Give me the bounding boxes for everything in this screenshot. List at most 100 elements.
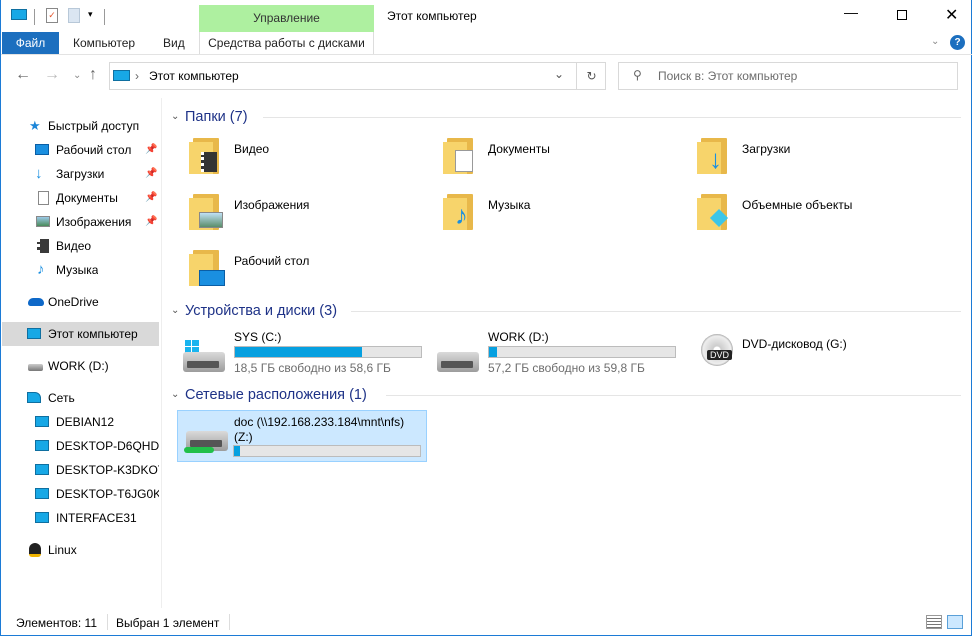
divider xyxy=(351,311,961,312)
sidebar-item-network-host[interactable]: DEBIAN12 xyxy=(2,410,159,434)
properties-icon[interactable]: ✓ xyxy=(46,8,58,23)
sidebar-item-label: DESKTOP-D6QHDVF xyxy=(56,439,159,453)
address-dropdown-icon[interactable]: ⌄ xyxy=(554,67,564,81)
search-placeholder: Поиск в: Этот компьютер xyxy=(658,69,798,83)
sidebar-item-label: Linux xyxy=(48,543,77,557)
section-title: Сетевые расположения (1) xyxy=(185,387,367,403)
network-icon xyxy=(27,392,41,403)
network-drive-z[interactable]: doc (\\192.168.233.184\mnt\nfs) (Z:) xyxy=(177,410,427,462)
sidebar-item-work-drive[interactable]: WORK (D:) xyxy=(2,354,159,378)
folder-label: Изображения xyxy=(234,198,310,212)
sidebar-item-network-host[interactable]: DESKTOP-T6JG0K6 xyxy=(2,482,159,506)
breadcrumb-separator-icon: › xyxy=(135,69,139,83)
desktop-folder-icon xyxy=(189,250,225,286)
folder-videos[interactable]: Видео xyxy=(187,130,437,180)
folder-desktop[interactable]: Рабочий стол xyxy=(187,242,437,292)
new-folder-icon[interactable] xyxy=(68,8,80,23)
sidebar-item-label: INTERFACE31 xyxy=(56,511,137,525)
sidebar-item-network-host[interactable]: INTERFACE31 xyxy=(2,506,159,530)
sidebar-item-network-host[interactable]: DESKTOP-K3DKOT2 xyxy=(2,458,159,482)
sidebar-item-network-host[interactable]: DESKTOP-D6QHDVF xyxy=(2,434,159,458)
forward-icon[interactable]: → xyxy=(44,66,60,84)
sidebar-item-quick-access[interactable]: ★ Быстрый доступ xyxy=(2,114,159,138)
large-icons-view-icon[interactable] xyxy=(947,615,963,629)
sidebar-item-label: Этот компьютер xyxy=(48,327,138,341)
folder-label: Объемные объекты xyxy=(742,198,853,212)
drive-usage-fill xyxy=(234,446,240,456)
sidebar-item-onedrive[interactable]: OneDrive xyxy=(2,290,159,314)
section-devices-header[interactable]: ⌄ Устройства и диски (3) xyxy=(171,301,961,321)
breadcrumb[interactable]: Этот компьютер xyxy=(149,69,239,83)
divider xyxy=(1,54,972,55)
pictures-folder-icon xyxy=(189,194,223,230)
section-network-header[interactable]: ⌄ Сетевые расположения (1) xyxy=(171,385,961,405)
music-icon: ♪ xyxy=(37,261,45,278)
folder-label: Рабочий стол xyxy=(234,254,310,268)
manage-tab-header[interactable]: Управление xyxy=(199,5,374,32)
up-icon[interactable]: ↑ xyxy=(89,66,97,84)
expand-ribbon-icon[interactable]: ⌄ xyxy=(931,36,939,47)
tab-computer[interactable]: Компьютер xyxy=(73,34,135,53)
folder-3d-objects[interactable]: Объемные объекты xyxy=(695,186,945,236)
pin-icon[interactable]: 📌 xyxy=(145,186,157,210)
divider xyxy=(386,395,961,396)
pin-icon[interactable]: 📌 xyxy=(145,210,157,234)
help-icon[interactable]: ? xyxy=(950,35,965,50)
computer-icon xyxy=(35,464,49,475)
address-bar[interactable]: › Этот компьютер ⌄ ↻ xyxy=(109,62,606,90)
search-icon: ⚲ xyxy=(633,68,642,82)
drive-usage-bar xyxy=(234,346,422,358)
drive-d[interactable]: WORK (D:) 57,2 ГБ свободно из 59,8 ГБ xyxy=(433,326,683,378)
tab-file[interactable]: Файл xyxy=(2,32,59,54)
customize-qat-icon[interactable]: ▾ xyxy=(88,9,93,20)
sidebar-item-downloads[interactable]: ↓ Загрузки 📌 xyxy=(2,162,159,186)
section-folders-header[interactable]: ⌄ Папки (7) xyxy=(171,107,961,127)
search-input[interactable]: ⚲ Поиск в: Этот компьютер xyxy=(618,62,958,90)
folder-documents[interactable]: Документы xyxy=(441,130,691,180)
sidebar-item-this-pc[interactable]: Этот компьютер xyxy=(2,322,159,346)
divider xyxy=(34,9,35,25)
tab-view[interactable]: Вид xyxy=(163,34,185,53)
sidebar-item-pictures[interactable]: Изображения 📌 xyxy=(2,210,159,234)
minimize-icon[interactable]: — xyxy=(844,4,858,20)
drive-c[interactable]: SYS (C:) 18,5 ГБ свободно из 58,6 ГБ xyxy=(179,326,429,378)
download-icon: ↓ xyxy=(35,165,43,182)
details-view-icon[interactable] xyxy=(926,615,942,629)
pin-icon[interactable]: 📌 xyxy=(145,162,157,186)
sidebar-item-label: OneDrive xyxy=(48,295,99,309)
back-icon[interactable]: ← xyxy=(15,66,31,84)
sidebar-item-label: Музыка xyxy=(56,263,99,277)
computer-icon xyxy=(35,512,49,523)
computer-icon xyxy=(113,70,130,81)
folder-music[interactable]: ♪ Музыка xyxy=(441,186,691,236)
sidebar-item-documents[interactable]: Документы 📌 xyxy=(2,186,159,210)
sidebar-item-label: Сеть xyxy=(48,391,75,405)
computer-icon xyxy=(35,416,49,427)
tab-disk-tools[interactable]: Средства работы с дисками xyxy=(199,32,374,54)
drive-label: SYS (C:) xyxy=(234,330,282,344)
downloads-folder-icon: ↓ xyxy=(697,138,731,174)
close-icon[interactable]: ✕ xyxy=(945,5,958,25)
folder-label: Загрузки xyxy=(742,142,791,156)
sidebar-item-videos[interactable]: Видео xyxy=(2,234,159,258)
sidebar-item-network[interactable]: Сеть xyxy=(2,386,159,410)
sidebar-item-label: DESKTOP-K3DKOT2 xyxy=(56,463,159,477)
refresh-icon[interactable]: ↻ xyxy=(576,63,606,89)
chevron-down-icon: ⌄ xyxy=(171,389,180,400)
drive-dvd[interactable]: DVD DVD-дисковод (G:) xyxy=(689,326,939,378)
folder-pictures[interactable]: Изображения xyxy=(187,186,437,236)
sidebar-item-music[interactable]: ♪ Музыка xyxy=(2,258,159,282)
sidebar-item-label: DESKTOP-T6JG0K6 xyxy=(56,487,159,501)
sidebar-item-linux[interactable]: Linux xyxy=(2,538,159,562)
window-title: Этот компьютер xyxy=(387,9,477,23)
folder-downloads[interactable]: ↓ Загрузки xyxy=(695,130,945,180)
divider xyxy=(107,614,108,630)
drive-label: doc (\\192.168.233.184\mnt\nfs) xyxy=(234,415,405,429)
video-folder-icon xyxy=(189,138,223,174)
recent-locations-icon[interactable]: ⌄ xyxy=(73,70,81,81)
maximize-icon[interactable] xyxy=(897,10,907,20)
sidebar-item-label: Изображения xyxy=(56,215,132,229)
pin-icon[interactable]: 📌 xyxy=(145,138,157,162)
sidebar-item-desktop[interactable]: Рабочий стол 📌 xyxy=(2,138,159,162)
folder-label: Документы xyxy=(488,142,550,156)
